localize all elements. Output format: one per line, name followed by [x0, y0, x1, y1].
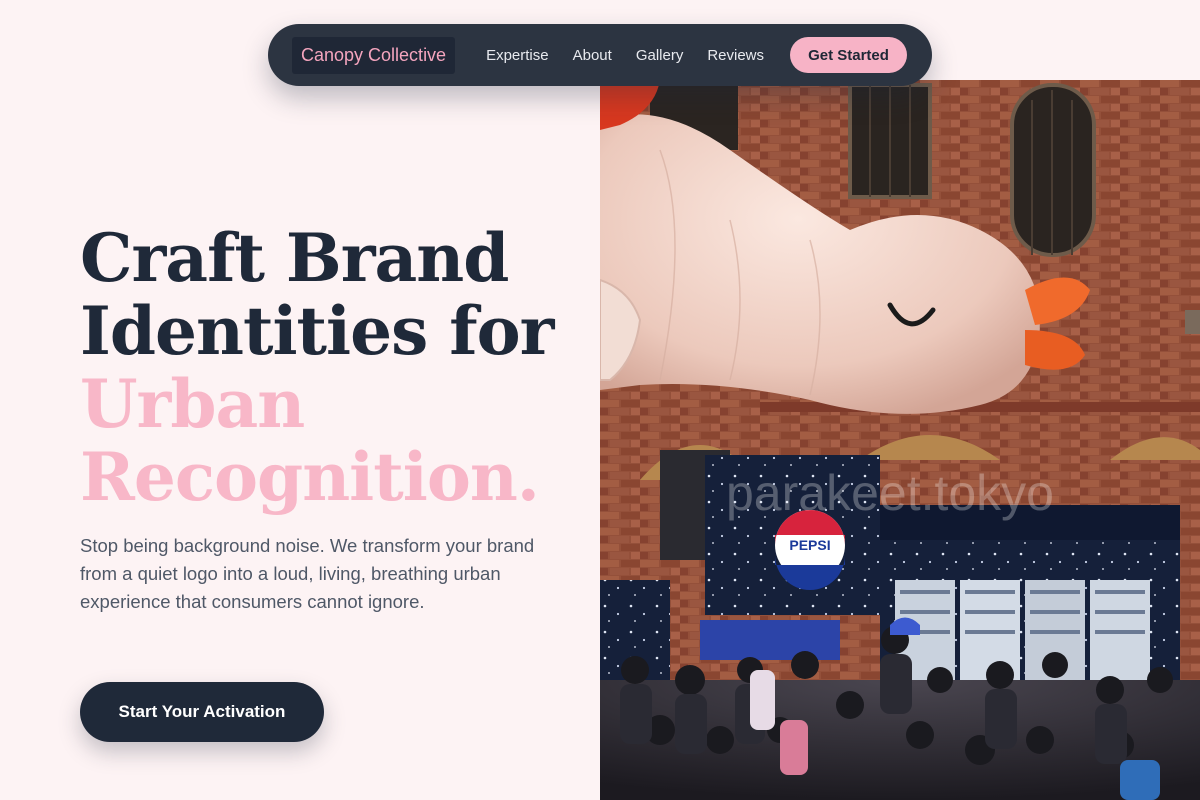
nav-link-about[interactable]: About — [573, 47, 612, 64]
get-started-button[interactable]: Get Started — [790, 37, 907, 73]
headline-accent-2: Recognition. — [80, 438, 540, 516]
headline-line-1: Craft Brand — [80, 219, 509, 297]
top-navbar: Canopy Collective Expertise About Galler… — [268, 24, 932, 86]
hero-photo: PEPSI parakeet.tokyo — [600, 80, 1200, 800]
nav-link-reviews[interactable]: Reviews — [707, 47, 764, 64]
nav-link-gallery[interactable]: Gallery — [636, 47, 684, 64]
brand-logo[interactable]: Canopy Collective — [292, 36, 456, 74]
nav-links: Expertise About Gallery Reviews — [486, 47, 764, 64]
hero-headline: Craft Brand Identities for Urban Recogni… — [80, 222, 580, 514]
start-activation-button[interactable]: Start Your Activation — [80, 682, 324, 742]
hero-description: Stop being background noise. We transfor… — [80, 535, 535, 612]
nav-link-expertise[interactable]: Expertise — [486, 47, 549, 64]
headline-line-2: Identities for — [80, 292, 554, 370]
hero-section: Craft Brand Identities for Urban Recogni… — [80, 222, 580, 514]
headline-accent-1: Urban — [80, 365, 305, 443]
photo-watermark: parakeet.tokyo — [726, 465, 1054, 521]
pepsi-logo-text: PEPSI — [789, 537, 830, 553]
